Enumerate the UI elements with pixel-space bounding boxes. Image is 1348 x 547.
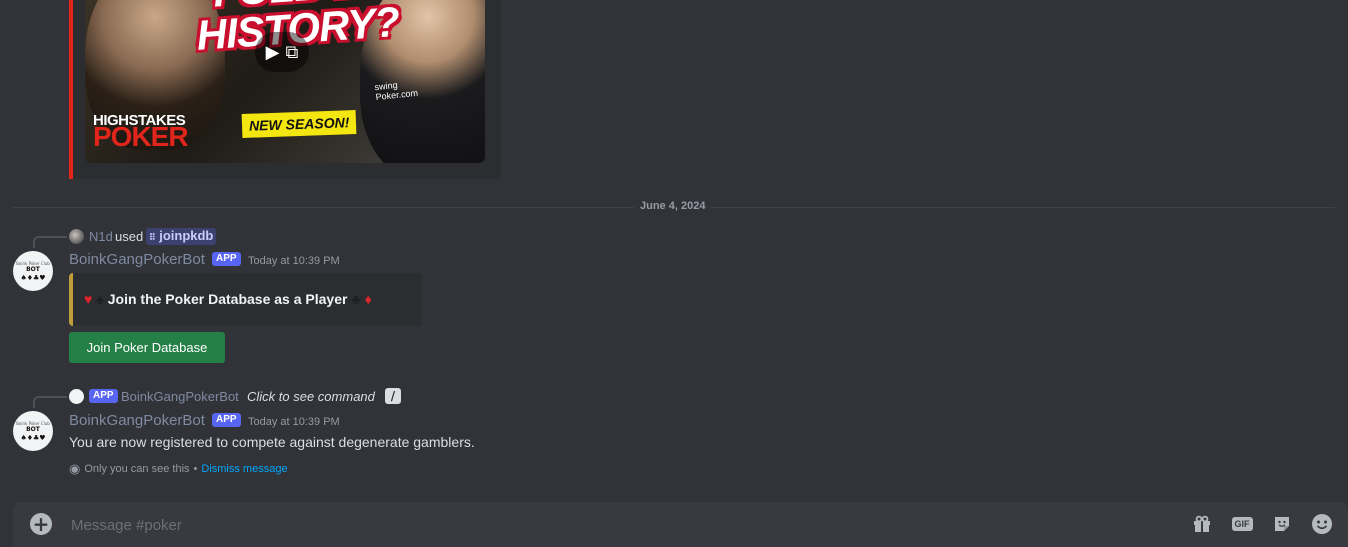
bot-embed: ♥ ♠ Join the Poker Database as a Player …: [69, 273, 422, 326]
sticker-icon[interactable]: [1271, 513, 1293, 535]
video-play-button[interactable]: ▶ ⧉: [255, 32, 309, 72]
slash-command-icon[interactable]: /: [385, 388, 401, 404]
brand-logo-bottom: POKER: [93, 121, 189, 152]
message-content: You are now registered to compete agains…: [69, 434, 475, 450]
reply-spine: [33, 236, 67, 248]
dismiss-message-link[interactable]: Dismiss message: [201, 463, 287, 475]
add-attachment-button[interactable]: +: [30, 513, 52, 535]
embed-accent-bar: [69, 0, 73, 179]
embed-accent-bar: [69, 273, 73, 326]
gif-icon[interactable]: GIF: [1231, 513, 1253, 535]
click-to-see-command[interactable]: Click to see command: [247, 389, 375, 404]
open-external-icon[interactable]: ⧉: [285, 42, 298, 63]
separator-dot: •: [193, 463, 198, 475]
club-icon: ♣: [351, 291, 361, 307]
reply-app-badge: APP: [89, 389, 118, 403]
message-timestamp[interactable]: Today at 10:39 PM: [248, 255, 340, 267]
gif-label: GIF: [1231, 517, 1253, 531]
ephemeral-notice: ◉ Only you can see this • Dismiss messag…: [69, 461, 288, 477]
command-name: joinpkdb: [159, 228, 214, 243]
new-season-badge: NEW SEASON!: [241, 110, 357, 138]
emoji-icon[interactable]: [1311, 513, 1333, 535]
command-icon: ⠿: [149, 232, 156, 242]
play-icon: ▶: [265, 41, 280, 63]
message-composer: + GIF: [13, 502, 1348, 547]
app-badge: APP: [212, 252, 241, 266]
message-author[interactable]: BoinkGangPokerBot: [69, 251, 205, 268]
ephemeral-text: Only you can see this: [84, 463, 190, 475]
video-embed: FOLD IN HISTORY? swing Poker.com ▶ ⧉ HIG…: [69, 0, 501, 179]
message-timestamp[interactable]: Today at 10:39 PM: [248, 416, 340, 428]
avatar-suits: ♠♦♣♥: [20, 273, 46, 282]
avatar-bot-label: BOT: [26, 265, 40, 273]
reply-bot-avatar[interactable]: [69, 389, 84, 404]
date-divider-label: June 4, 2024: [634, 200, 712, 212]
gift-icon[interactable]: [1191, 513, 1213, 535]
reply-username[interactable]: N1d: [89, 229, 113, 244]
eye-icon: ◉: [69, 461, 81, 476]
avatar-bot-label: BOT: [26, 425, 40, 433]
embed-title: Join the Poker Database as a Player: [107, 291, 348, 307]
avatar-suits: ♠♦♣♥: [20, 433, 46, 442]
spade-icon: ♠: [96, 291, 104, 307]
reply-used-text: used: [115, 229, 144, 244]
slash-command-mention[interactable]: ⠿ joinpkdb: [146, 228, 217, 245]
reply-spine: [33, 396, 67, 408]
app-badge: APP: [212, 413, 241, 427]
diamond-icon: ♦: [364, 291, 372, 307]
join-poker-database-button[interactable]: Join Poker Database: [69, 332, 225, 363]
heart-icon: ♥: [84, 291, 93, 307]
embed-title-row: ♥ ♠ Join the Poker Database as a Player …: [84, 291, 372, 307]
message-input[interactable]: [69, 512, 1173, 538]
bot-avatar[interactable]: Boink Poker Club BOT ♠♦♣♥: [13, 411, 53, 451]
bot-avatar[interactable]: Boink Poker Club BOT ♠♦♣♥: [13, 251, 53, 291]
reply-user-avatar[interactable]: [69, 229, 84, 244]
message-author[interactable]: BoinkGangPokerBot: [69, 412, 205, 429]
reply-username[interactable]: BoinkGangPokerBot: [121, 389, 239, 404]
video-thumbnail[interactable]: FOLD IN HISTORY? swing Poker.com ▶ ⧉ HIG…: [85, 0, 485, 163]
